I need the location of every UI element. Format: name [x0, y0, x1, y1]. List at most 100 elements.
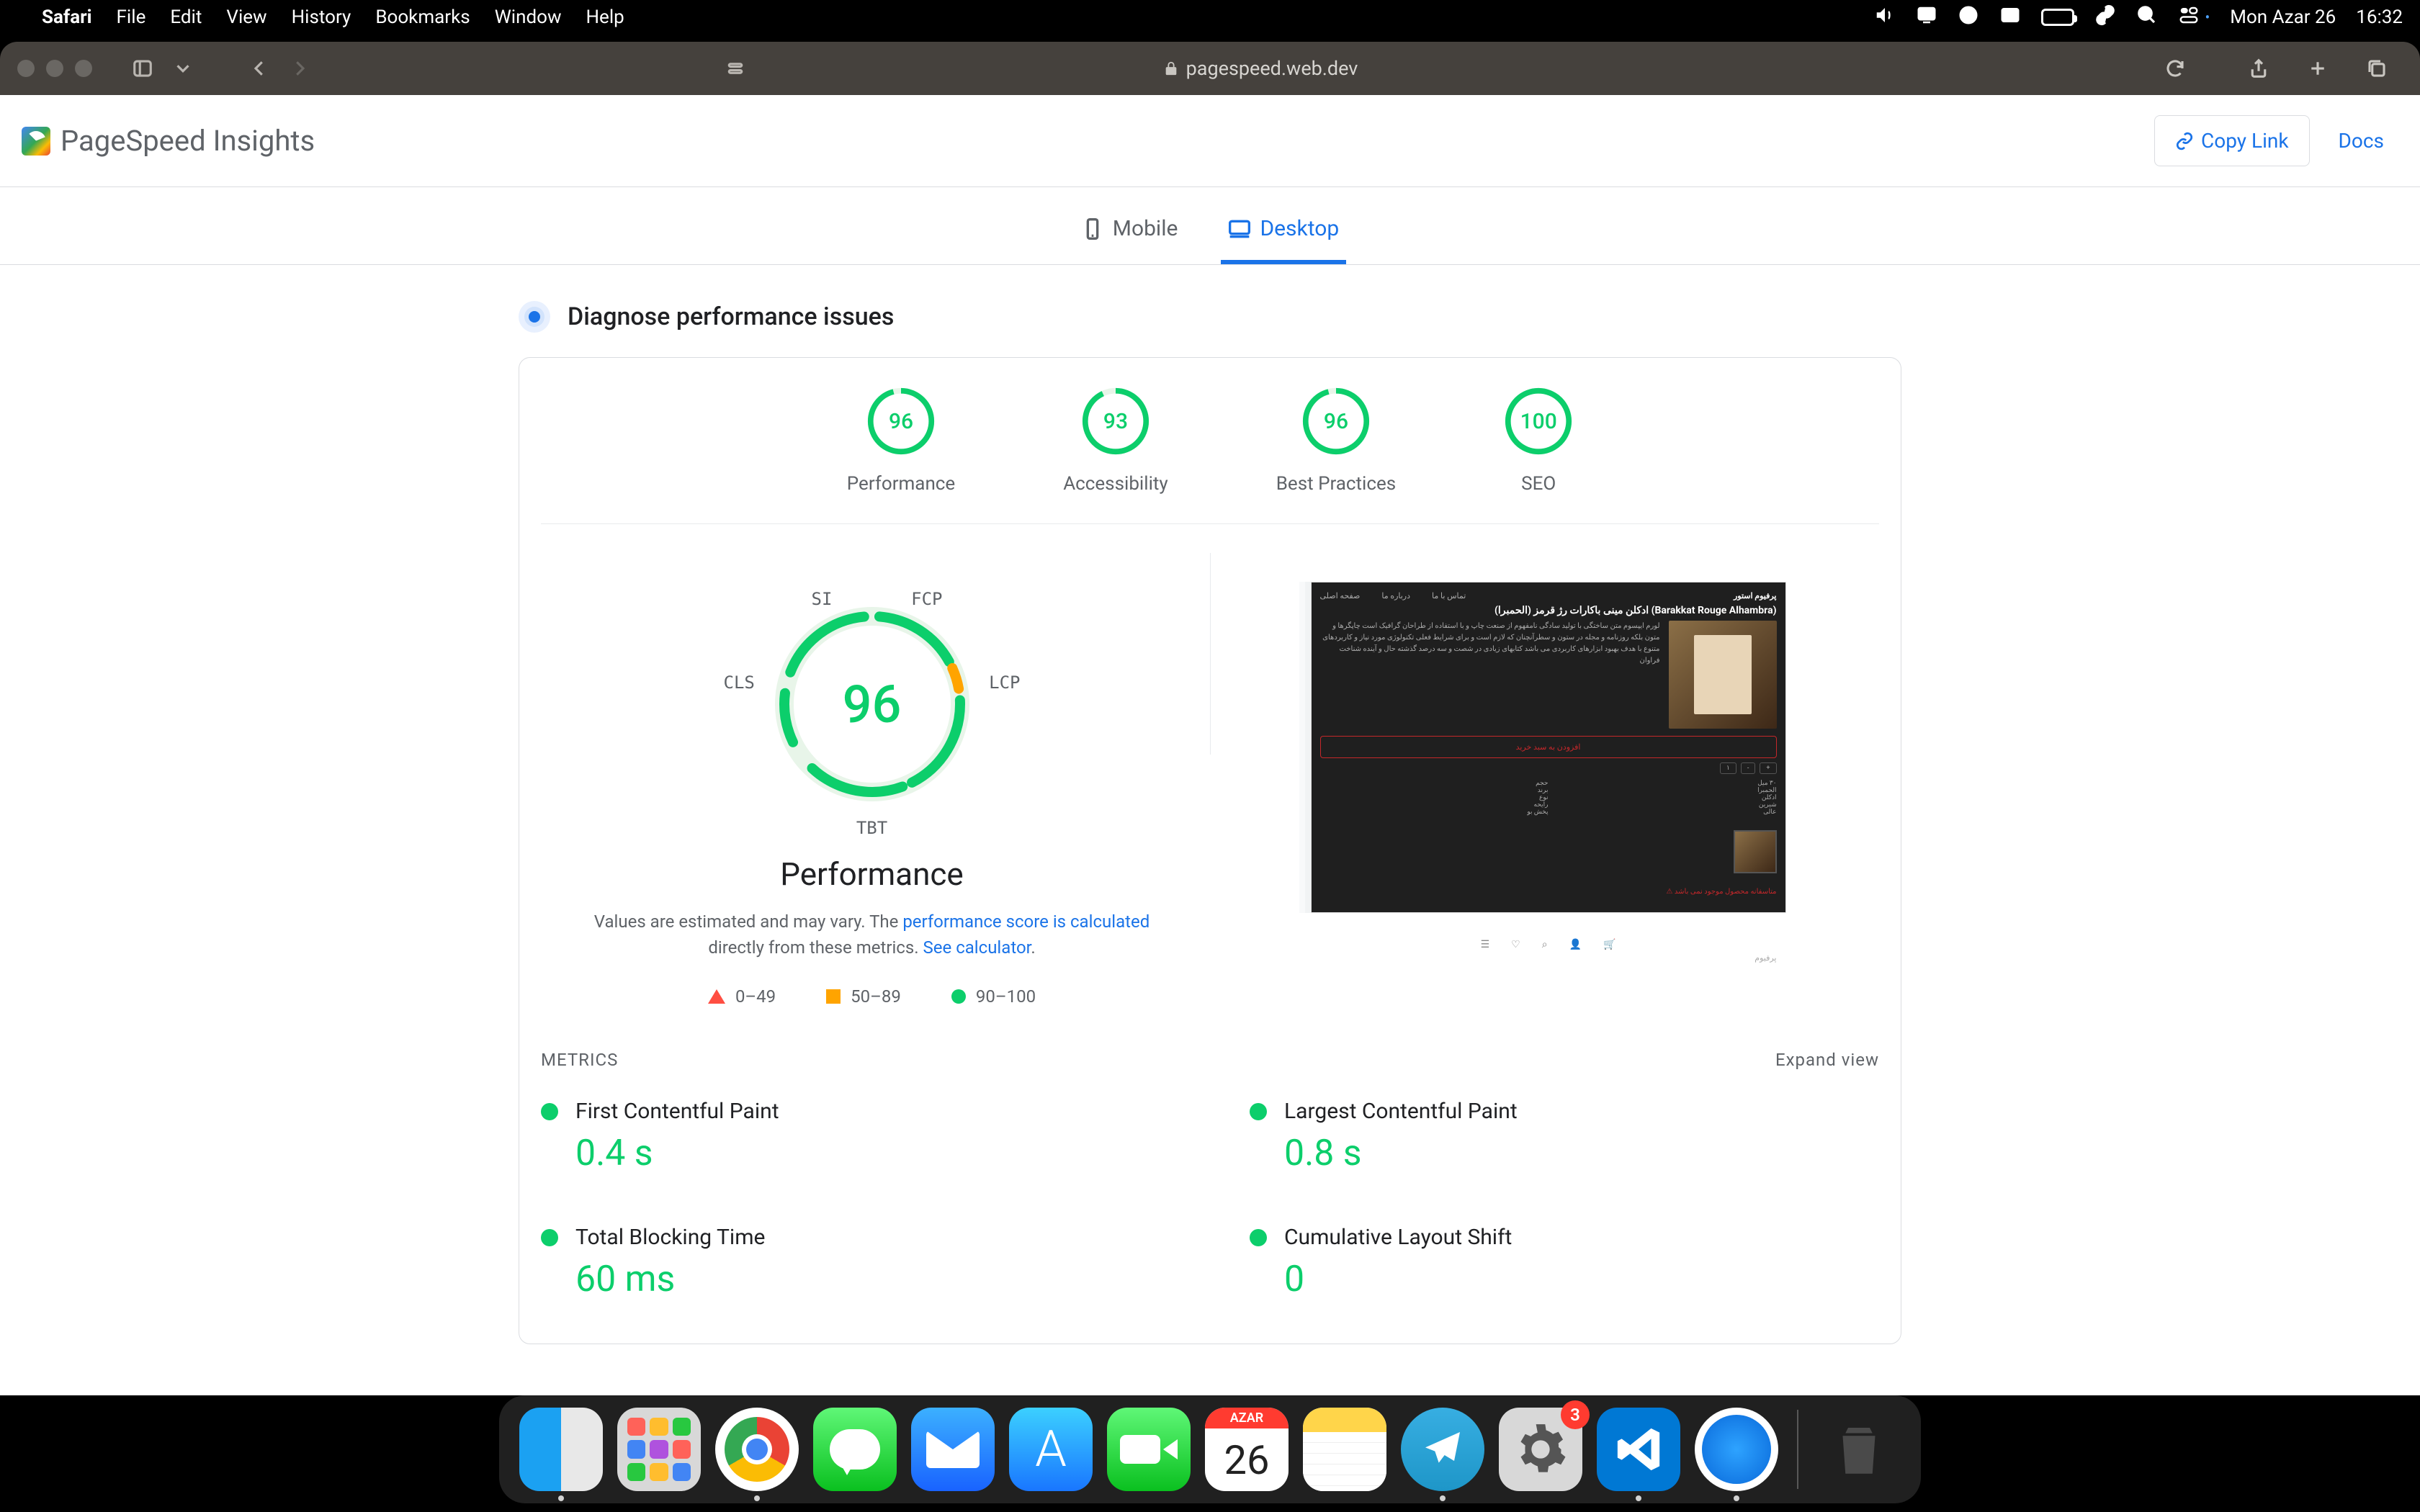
url-text: pagespeed.web.dev — [1186, 57, 1358, 80]
reload-button[interactable] — [2161, 54, 2190, 83]
status-dot-icon — [1250, 1103, 1267, 1120]
performance-title: Performance — [780, 855, 964, 893]
metric-value: 0 — [1284, 1259, 1879, 1300]
expand-view-button[interactable]: Expand view — [1775, 1050, 1879, 1070]
menu-view[interactable]: View — [226, 6, 266, 28]
menu-file[interactable]: File — [117, 6, 146, 28]
website-settings-icon[interactable] — [721, 54, 750, 83]
metric-value: 0.8 s — [1284, 1133, 1879, 1174]
menu-window[interactable]: Window — [495, 6, 562, 28]
score-value: 93 — [1081, 387, 1150, 456]
score-legend: 0–49 50–89 90–100 — [708, 986, 1036, 1007]
gauge-label-cls: CLS — [724, 672, 755, 693]
forward-button — [285, 54, 314, 83]
dock-mail[interactable] — [911, 1408, 995, 1491]
dock-chrome[interactable] — [715, 1408, 799, 1491]
dock-launchpad[interactable] — [617, 1408, 701, 1491]
diagnose-title: Diagnose performance issues — [568, 302, 894, 331]
link-icon[interactable] — [2094, 4, 2116, 31]
score-label: Accessibility — [1063, 473, 1168, 495]
diagnose-icon — [519, 301, 550, 333]
chevron-down-icon[interactable] — [169, 54, 197, 83]
safari-toolbar: pagespeed.web.dev — [0, 42, 2420, 95]
dock-trash[interactable] — [1817, 1408, 1901, 1491]
sidebar-toggle-icon[interactable] — [128, 54, 157, 83]
dock-facetime[interactable] — [1107, 1408, 1191, 1491]
share-button[interactable] — [2244, 54, 2273, 83]
tab-desktop-label: Desktop — [1260, 216, 1339, 241]
dock-vscode[interactable] — [1597, 1408, 1680, 1491]
back-button[interactable] — [245, 54, 274, 83]
docs-link[interactable]: Docs — [2324, 116, 2398, 166]
page-content: PageSpeed Insights Copy Link Docs Mobile… — [0, 95, 2420, 1395]
metric-tbt: Total Blocking Time 60 ms — [541, 1225, 1170, 1315]
psi-product-name: PageSpeed Insights — [60, 124, 315, 158]
psi-logo-icon — [22, 127, 50, 156]
score-label: SEO — [1521, 473, 1556, 495]
url-field[interactable]: pagespeed.web.dev — [1163, 57, 1358, 80]
battery-icon[interactable] — [2041, 9, 2074, 26]
vertical-divider — [1210, 553, 1211, 755]
menu-history[interactable]: History — [292, 6, 351, 28]
dock-settings[interactable]: 3 — [1499, 1408, 1582, 1491]
screen-mirror-icon[interactable] — [1916, 4, 1937, 31]
now-playing-icon[interactable] — [1958, 4, 1979, 31]
metrics-grid: First Contentful Paint 0.4 s Largest Con… — [541, 1099, 1879, 1315]
status-dot-icon — [1250, 1229, 1267, 1246]
report-card: 96 Performance 93 Accessibility 96 Best … — [519, 357, 1901, 1344]
spotlight-icon[interactable] — [2136, 4, 2158, 31]
tab-mobile[interactable]: Mobile — [1074, 202, 1186, 264]
metric-lcp: Largest Contentful Paint 0.8 s — [1250, 1099, 1879, 1189]
dock-safari[interactable] — [1695, 1408, 1778, 1491]
performance-gauge: SI FCP CLS LCP TBT — [764, 596, 980, 812]
pip-icon[interactable] — [1999, 4, 2021, 31]
menubar-date[interactable]: Mon Azar 26 — [2230, 6, 2336, 28]
new-tab-button[interactable] — [2303, 54, 2332, 83]
menu-edit[interactable]: Edit — [170, 6, 202, 28]
menubar-time[interactable]: 16:32 — [2356, 6, 2403, 28]
metric-value: 0.4 s — [575, 1133, 1170, 1174]
dock-finder[interactable] — [519, 1408, 603, 1491]
safari-window: pagespeed.web.dev PageSpeed Insights Cop… — [0, 42, 2420, 1395]
window-controls[interactable] — [17, 60, 92, 77]
score-best-practices[interactable]: 96 Best Practices — [1276, 387, 1396, 495]
tabs-overview-button[interactable] — [2362, 54, 2391, 83]
score-seo[interactable]: 100 SEO — [1504, 387, 1573, 495]
psi-logo[interactable]: PageSpeed Insights — [22, 124, 315, 158]
gauge-label-tbt: TBT — [856, 818, 887, 838]
score-value: 96 — [866, 387, 936, 456]
menu-help[interactable]: Help — [586, 6, 624, 28]
score-label: Performance — [847, 473, 955, 495]
metric-cls: Cumulative Layout Shift 0 — [1250, 1225, 1879, 1315]
volume-icon[interactable] — [1874, 4, 1896, 31]
screenshot-section: صفحه اصلیدرباره ماتماس با ماپرفیوم استور… — [1217, 582, 1879, 1007]
gauge-score: 96 — [764, 596, 980, 812]
menu-bookmarks[interactable]: Bookmarks — [375, 6, 470, 28]
control-center-icon[interactable] — [2178, 4, 2200, 31]
status-dot-icon — [541, 1103, 558, 1120]
legend-square-icon — [826, 989, 841, 1004]
calculator-link[interactable]: See calculator — [923, 937, 1031, 958]
metric-value: 60 ms — [575, 1259, 1170, 1300]
dock-messages[interactable] — [813, 1408, 897, 1491]
category-scores: 96 Performance 93 Accessibility 96 Best … — [541, 387, 1879, 524]
perf-score-link[interactable]: performance score is calculated — [902, 912, 1150, 932]
score-value: 96 — [1301, 387, 1371, 456]
device-tabs: Mobile Desktop — [0, 187, 2420, 265]
dock-appstore[interactable]: A — [1009, 1408, 1093, 1491]
dock-calendar[interactable]: AZAR26 — [1205, 1408, 1289, 1491]
dock-notes[interactable] — [1303, 1408, 1386, 1491]
dock-telegram[interactable] — [1401, 1408, 1484, 1491]
performance-note: Values are estimated and may vary. The p… — [591, 909, 1153, 960]
metric-fcp: First Contentful Paint 0.4 s — [541, 1099, 1170, 1189]
psi-header: PageSpeed Insights Copy Link Docs — [0, 95, 2420, 187]
gauge-label-lcp: LCP — [989, 672, 1020, 693]
score-performance[interactable]: 96 Performance — [847, 387, 955, 495]
app-name[interactable]: Safari — [42, 6, 92, 28]
dock-separator — [1797, 1410, 1798, 1489]
copy-link-button[interactable]: Copy Link — [2154, 115, 2310, 166]
tab-desktop[interactable]: Desktop — [1221, 202, 1346, 264]
metrics-heading: METRICS — [541, 1050, 618, 1070]
status-dot-icon — [541, 1229, 558, 1246]
score-accessibility[interactable]: 93 Accessibility — [1063, 387, 1168, 495]
